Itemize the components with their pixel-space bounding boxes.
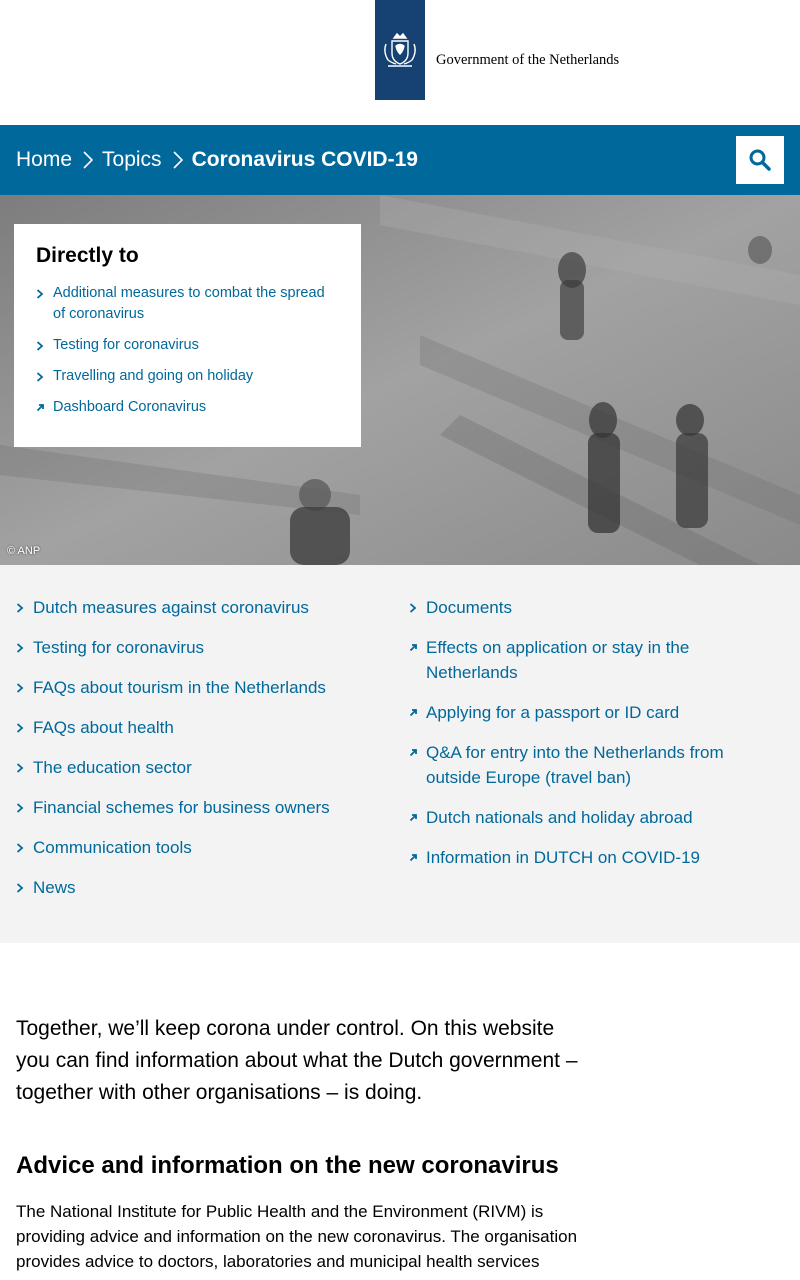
link-testing[interactable]: Testing for coronavirus bbox=[33, 638, 204, 657]
chevron-right-icon bbox=[16, 683, 24, 693]
breadcrumb: Home Topics Coronavirus COVID-19 bbox=[16, 125, 418, 195]
government-logo-link[interactable]: Government of the Netherlands bbox=[375, 0, 619, 100]
directly-to-list: Additional measures to combat the spread… bbox=[36, 283, 339, 418]
link-dutch-measures[interactable]: Dutch measures against coronavirus bbox=[33, 598, 309, 617]
directly-to-link-testing[interactable]: Testing for coronavirus bbox=[53, 337, 199, 353]
link-faqs-health[interactable]: FAQs about health bbox=[33, 718, 174, 737]
breadcrumb-current: Coronavirus COVID-19 bbox=[191, 148, 418, 171]
external-link-icon bbox=[409, 644, 417, 652]
hero-banner: Directly to Additional measures to comba… bbox=[0, 195, 800, 565]
chevron-right-icon bbox=[409, 603, 417, 613]
chevron-right-icon bbox=[16, 643, 24, 653]
directly-to-link-travelling[interactable]: Travelling and going on holiday bbox=[53, 368, 253, 384]
photo-credit: © ANP bbox=[7, 545, 41, 557]
list-item: Dutch measures against coronavirus bbox=[16, 595, 386, 620]
breadcrumb-home[interactable]: Home bbox=[16, 148, 72, 172]
site-header: Government of the Netherlands bbox=[0, 0, 800, 125]
link-financial-schemes[interactable]: Financial schemes for business owners bbox=[33, 798, 330, 817]
link-faqs-tourism[interactable]: FAQs about tourism in the Netherlands bbox=[33, 678, 326, 697]
link-documents[interactable]: Documents bbox=[426, 598, 512, 617]
advice-heading: Advice and information on the new corona… bbox=[16, 1152, 559, 1179]
chevron-right-icon bbox=[16, 883, 24, 893]
list-item: The education sector bbox=[16, 755, 386, 780]
chevron-right-icon bbox=[36, 341, 44, 351]
list-item: Testing for coronavirus bbox=[36, 335, 339, 356]
list-item: Testing for coronavirus bbox=[16, 635, 386, 660]
list-item: Dashboard Coronavirus bbox=[36, 397, 339, 418]
chevron-right-icon bbox=[16, 603, 24, 613]
directly-to-title: Directly to bbox=[36, 244, 139, 267]
topic-links-left: Dutch measures against coronavirus Testi… bbox=[16, 595, 386, 915]
chevron-right-icon bbox=[16, 843, 24, 853]
link-info-dutch[interactable]: Information in DUTCH on COVID-19 bbox=[426, 848, 700, 867]
chevron-right-icon bbox=[162, 125, 192, 195]
list-item: Financial schemes for business owners bbox=[16, 795, 386, 820]
chevron-right-icon bbox=[16, 763, 24, 773]
external-link-icon bbox=[409, 749, 417, 757]
list-item: Documents bbox=[409, 595, 769, 620]
list-item: Applying for a passport or ID card bbox=[409, 700, 769, 725]
advice-text: The National Institute for Public Health… bbox=[16, 1202, 578, 1271]
topic-links-section: Dutch measures against coronavirus Testi… bbox=[0, 565, 800, 943]
directly-to-link-dashboard[interactable]: Dashboard Coronavirus bbox=[53, 399, 206, 415]
list-item: Communication tools bbox=[16, 835, 386, 860]
external-link-icon bbox=[409, 709, 417, 717]
directly-to-link-measures[interactable]: Additional measures to combat the spread… bbox=[53, 285, 325, 322]
list-item: FAQs about health bbox=[16, 715, 386, 740]
breadcrumb-bar: Home Topics Coronavirus COVID-19 bbox=[0, 125, 800, 195]
chevron-right-icon bbox=[16, 803, 24, 813]
list-item: Q&A for entry into the Netherlands from … bbox=[409, 740, 769, 790]
search-icon bbox=[749, 149, 771, 171]
logo-text: Government of the Netherlands bbox=[436, 51, 620, 68]
list-item: Effects on application or stay in the Ne… bbox=[409, 635, 769, 685]
external-link-icon bbox=[409, 854, 417, 862]
chevron-right-icon bbox=[16, 723, 24, 733]
external-link-icon bbox=[409, 814, 417, 822]
directly-to-panel: Directly to Additional measures to comba… bbox=[14, 224, 361, 447]
link-news[interactable]: News bbox=[33, 878, 76, 897]
list-item: Additional measures to combat the spread… bbox=[36, 283, 339, 325]
link-education[interactable]: The education sector bbox=[33, 758, 192, 777]
list-item: News bbox=[16, 875, 386, 900]
chevron-right-icon bbox=[36, 289, 44, 299]
list-item: FAQs about tourism in the Netherlands bbox=[16, 675, 386, 700]
link-communication-tools[interactable]: Communication tools bbox=[33, 838, 192, 857]
link-effects-on-stay[interactable]: Effects on application or stay in the Ne… bbox=[426, 638, 689, 682]
chevron-right-icon bbox=[72, 125, 102, 195]
link-holiday-abroad[interactable]: Dutch nationals and holiday abroad bbox=[426, 808, 693, 827]
list-item: Dutch nationals and holiday abroad bbox=[409, 805, 769, 830]
link-passport-id[interactable]: Applying for a passport or ID card bbox=[426, 703, 679, 722]
breadcrumb-topics[interactable]: Topics bbox=[102, 148, 162, 172]
external-link-icon bbox=[36, 404, 44, 412]
list-item: Information in DUTCH on COVID-19 bbox=[409, 845, 769, 870]
topic-links-right: Documents Effects on application or stay… bbox=[409, 595, 769, 885]
intro-text: Together, we’ll keep corona under contro… bbox=[16, 1017, 578, 1104]
link-travel-ban[interactable]: Q&A for entry into the Netherlands from … bbox=[426, 743, 724, 787]
chevron-right-icon bbox=[36, 372, 44, 382]
search-button[interactable] bbox=[736, 136, 784, 184]
list-item: Travelling and going on holiday bbox=[36, 366, 339, 387]
coat-of-arms-icon bbox=[375, 0, 425, 100]
